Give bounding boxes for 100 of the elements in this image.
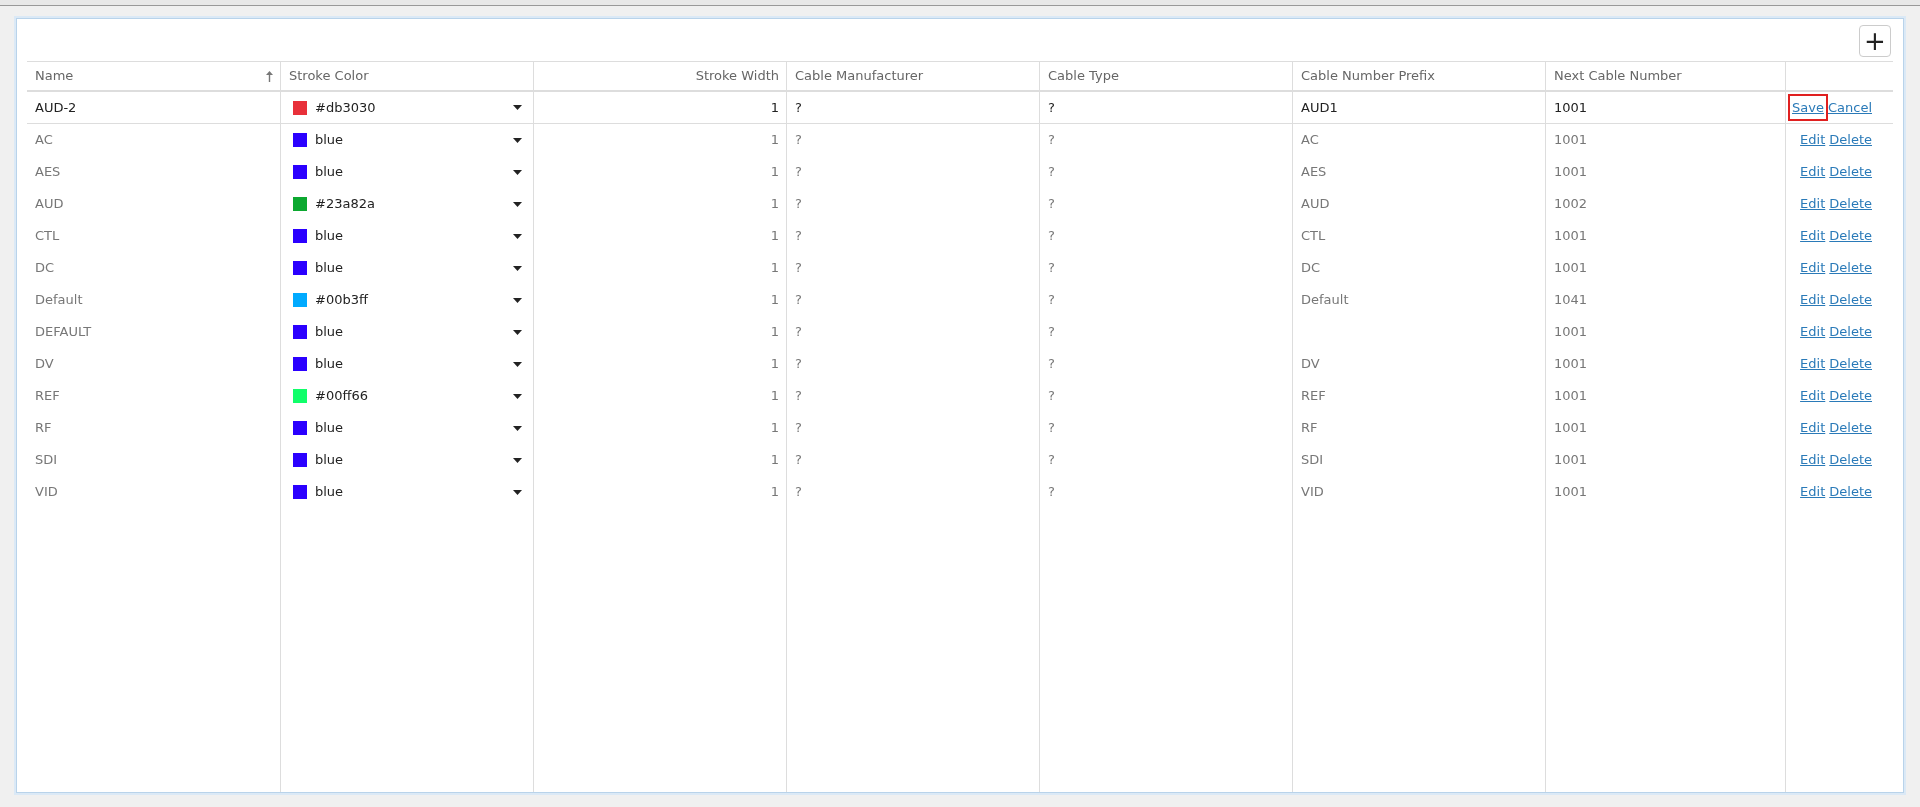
action-link[interactable]: Delete bbox=[1829, 354, 1872, 374]
action-link[interactable]: Delete bbox=[1829, 418, 1872, 438]
action-link[interactable]: Edit bbox=[1800, 482, 1826, 502]
caret-icon bbox=[513, 105, 522, 110]
table-cell-text: AC bbox=[35, 131, 53, 150]
action-link[interactable]: Cancel bbox=[1827, 97, 1872, 118]
table-cell-text: ? bbox=[795, 355, 802, 374]
table-cell-text: 1 bbox=[770, 451, 779, 470]
color-dropdown[interactable]: #db3030 bbox=[289, 97, 526, 118]
table-cell-text: DV bbox=[1301, 355, 1320, 374]
table-cell-text: 1041 bbox=[1554, 291, 1588, 310]
table-cell-text: 1002 bbox=[1554, 195, 1588, 214]
action-link[interactable]: Edit bbox=[1800, 322, 1826, 342]
table-cell-text: ? bbox=[1048, 98, 1055, 117]
action-link[interactable]: Delete bbox=[1829, 482, 1872, 502]
caret-icon bbox=[513, 457, 522, 463]
caret-icon bbox=[513, 169, 522, 175]
table-cell-text: Default bbox=[35, 291, 83, 310]
column-header[interactable]: Cable Manufacturer bbox=[787, 62, 1040, 90]
column-header[interactable]: Stroke Width bbox=[534, 62, 787, 90]
color-dropdown[interactable]: blue bbox=[289, 162, 526, 182]
column-header[interactable]: Name bbox=[27, 62, 281, 90]
table-cell-text: 1 bbox=[770, 131, 779, 150]
table-cell-text: 1001 bbox=[1554, 355, 1588, 374]
color-dropdown[interactable]: blue bbox=[289, 418, 526, 438]
table-cell-text: 1 bbox=[770, 387, 779, 406]
action-link[interactable]: Edit bbox=[1800, 418, 1826, 438]
color-dropdown[interactable]: blue bbox=[289, 354, 526, 374]
table-cell-text: 1001 bbox=[1554, 451, 1588, 470]
table-cell-text: ? bbox=[795, 483, 802, 502]
color-dropdown[interactable]: blue bbox=[289, 130, 526, 150]
action-link[interactable]: Edit bbox=[1800, 162, 1826, 182]
table-cell-text: 1001 bbox=[1554, 483, 1588, 502]
action-link[interactable]: Delete bbox=[1829, 450, 1872, 470]
action-link[interactable]: Edit bbox=[1800, 290, 1826, 310]
action-link[interactable]: Edit bbox=[1800, 194, 1826, 214]
table-cell-text: 1001 bbox=[1554, 387, 1588, 406]
caret-icon bbox=[513, 265, 522, 271]
table-cell-text: AUD bbox=[1301, 195, 1330, 214]
color-dropdown[interactable]: #00ff66 bbox=[289, 386, 526, 406]
table-cell-text: ? bbox=[1048, 227, 1055, 246]
table-cell-text: ? bbox=[795, 259, 802, 278]
caret-icon bbox=[513, 393, 522, 399]
table-cell-text: 1 bbox=[770, 227, 779, 246]
column-header[interactable]: Stroke Color bbox=[281, 62, 534, 90]
color-dropdown[interactable]: blue bbox=[289, 450, 526, 470]
table-cell-text: ? bbox=[1048, 163, 1055, 182]
color-dropdown[interactable]: #00b3ff bbox=[289, 290, 526, 310]
color-dropdown[interactable]: #23a82a bbox=[289, 194, 526, 214]
table-cell-text: DC bbox=[1301, 259, 1321, 278]
column-header[interactable]: Cable Type bbox=[1040, 62, 1293, 90]
add-button[interactable]: + bbox=[1859, 25, 1891, 57]
action-link[interactable]: Edit bbox=[1800, 258, 1826, 278]
color-dropdown[interactable]: blue bbox=[289, 258, 526, 278]
table-cell-text: ? bbox=[795, 195, 802, 214]
table-cell-text: AES bbox=[35, 163, 61, 182]
action-link[interactable]: Edit bbox=[1800, 130, 1826, 150]
table-cell-text: ? bbox=[1048, 483, 1055, 502]
table-cell-text: 1 bbox=[770, 483, 779, 502]
table-cell-text: 1001 bbox=[1554, 131, 1588, 150]
table-cell-text: 1001 bbox=[1554, 163, 1588, 182]
table-cell-text: ? bbox=[1048, 131, 1055, 150]
action-link[interactable]: Delete bbox=[1829, 258, 1872, 278]
table-cell-text: ? bbox=[795, 131, 802, 150]
table-cell-text: CTL bbox=[35, 227, 60, 246]
action-link[interactable]: Edit bbox=[1800, 386, 1826, 406]
action-link[interactable]: Delete bbox=[1829, 290, 1872, 310]
caret-icon bbox=[513, 137, 522, 143]
action-link[interactable]: Delete bbox=[1829, 322, 1872, 342]
table-cell-text: 1001 bbox=[1554, 323, 1588, 342]
table-cell-text: DC bbox=[35, 259, 55, 278]
table-cell-text: AUD bbox=[35, 195, 64, 214]
column-header[interactable]: Next Cable Number bbox=[1546, 62, 1786, 90]
table-cell-text: 1 bbox=[770, 259, 779, 278]
table-cell-text: 1001 bbox=[1554, 227, 1588, 246]
table-cell-text: REF bbox=[1301, 387, 1326, 406]
action-link[interactable]: Delete bbox=[1829, 386, 1872, 406]
table-cell-text: ? bbox=[795, 387, 802, 406]
caret-icon bbox=[513, 201, 522, 207]
caret-icon bbox=[513, 361, 522, 367]
color-dropdown[interactable]: blue bbox=[289, 226, 526, 246]
table-cell-text: 1001 bbox=[1554, 259, 1588, 278]
table-cell-text: ? bbox=[795, 163, 802, 182]
action-link[interactable]: Edit bbox=[1800, 226, 1826, 246]
table-cell-text: DV bbox=[35, 355, 54, 374]
table-cell-text: 1 bbox=[770, 323, 779, 342]
action-link[interactable]: Delete bbox=[1829, 130, 1872, 150]
table-cell-text: ? bbox=[1048, 451, 1055, 470]
column-header[interactable]: Cable Number Prefix bbox=[1293, 62, 1546, 90]
action-link[interactable]: Edit bbox=[1800, 354, 1826, 374]
color-dropdown[interactable]: blue bbox=[289, 322, 526, 342]
table-cell-text: AUD1 bbox=[1301, 98, 1338, 117]
table-cell-text: ? bbox=[1048, 419, 1055, 438]
action-link[interactable]: Delete bbox=[1829, 162, 1872, 182]
action-link[interactable]: Edit bbox=[1800, 450, 1826, 470]
caret-icon bbox=[513, 233, 522, 239]
action-link[interactable]: Delete bbox=[1829, 194, 1872, 214]
action-link[interactable]: Delete bbox=[1829, 226, 1872, 246]
color-dropdown[interactable]: blue bbox=[289, 482, 526, 502]
table-cell-text: ? bbox=[1048, 291, 1055, 310]
